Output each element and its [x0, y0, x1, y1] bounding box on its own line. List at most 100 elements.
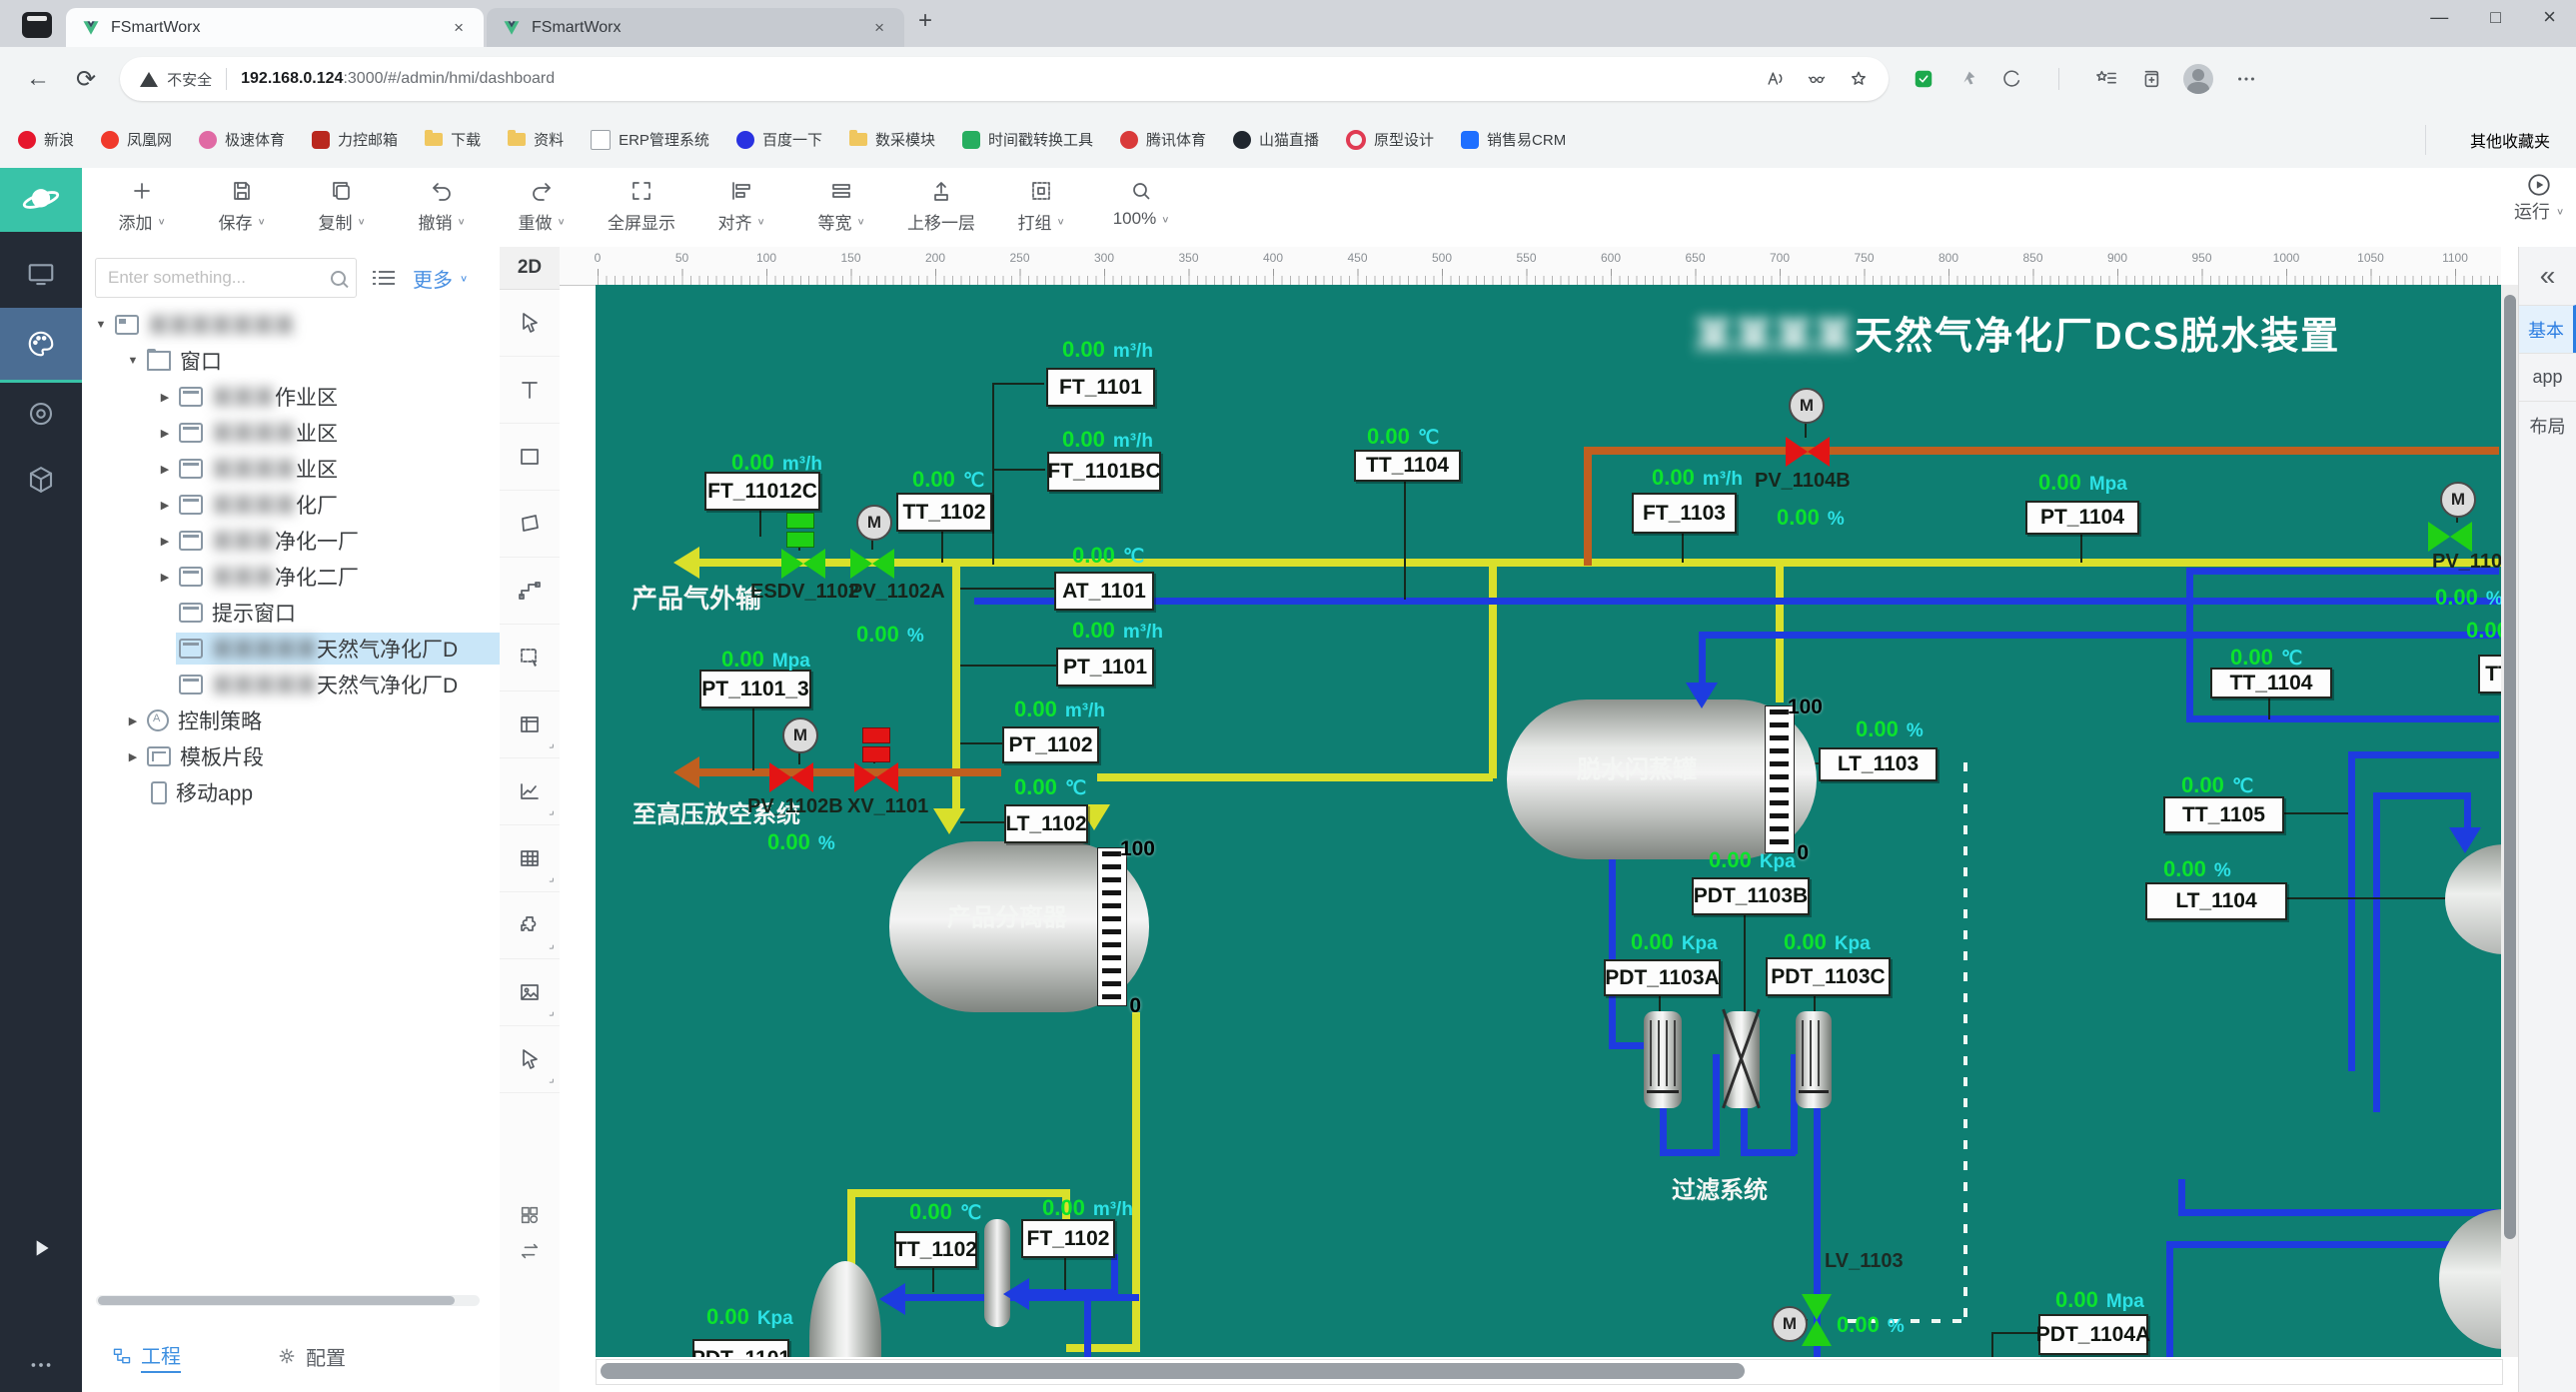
hmi-text-label[interactable]: PV_1104B [1755, 470, 1851, 493]
panel-tab-基本[interactable]: 基本 [2519, 305, 2576, 353]
palette-tool-components[interactable] [500, 1204, 560, 1226]
toolbar-button-group[interactable]: 打组∨ [991, 177, 1091, 234]
hmi-tag-FT_1102[interactable]: FT_1102 [1021, 1219, 1115, 1258]
pipe-segment-yellow[interactable] [952, 563, 960, 814]
bookmark-item[interactable]: 时间戳转换工具 [962, 129, 1093, 150]
canvas-horizontal-scrollbar[interactable] [596, 1359, 2503, 1385]
hmi-text-label[interactable]: PV_1102B [747, 795, 843, 818]
minimize-button[interactable]: — [2430, 7, 2448, 28]
tab-close-icon[interactable]: × [450, 16, 468, 40]
hmi-text-label[interactable]: ESDV_1102 [750, 581, 859, 604]
hmi-value[interactable]: 0.00Mpa [2038, 470, 2127, 496]
caret-closed-icon[interactable]: ▶ [154, 499, 176, 512]
tab-actions-icon[interactable] [22, 12, 52, 38]
pipe-segment-blue[interactable] [2186, 715, 2499, 722]
tree-item-作业区[interactable]: ▶某某某作业区 [82, 379, 500, 415]
hmi-vessel-column[interactable] [984, 1219, 1010, 1327]
hmi-tag-TT_1105[interactable]: TT_1105 [2163, 796, 2284, 833]
hmi-value[interactable]: 0.00% [1777, 505, 1845, 531]
bookmark-item[interactable]: 力控邮箱 [312, 129, 398, 150]
hmi-value[interactable]: 0.00m³/h [1652, 465, 1743, 491]
hmi-vessel-round[interactable] [2439, 1209, 2501, 1349]
bookmark-item[interactable]: 腾讯体育 [1120, 129, 1206, 150]
hmi-value[interactable]: 0.00m³/h [1042, 1195, 1133, 1221]
hmi-text-label[interactable]: PV_1102A [849, 581, 945, 604]
pipe-segment-blue[interactable] [1699, 632, 2499, 639]
caret-closed-icon[interactable]: ▶ [154, 463, 176, 476]
toolbar-button-copy[interactable]: 复制∨ [292, 177, 392, 234]
hmi-tag-AT_1101[interactable]: AT_1101 [1054, 572, 1154, 611]
shield-extension-icon[interactable] [1913, 68, 1934, 90]
pipe-segment-blue[interactable] [1699, 632, 1706, 687]
hmi-value[interactable]: 0.00Mpa [721, 647, 810, 673]
hmi-value[interactable]: 0.00℃ [909, 1199, 981, 1225]
hmi-value[interactable]: 0.00% [1837, 1312, 1905, 1338]
palette-tool-connector[interactable] [500, 558, 560, 625]
toolbar-button-align[interactable]: 对齐∨ [691, 177, 791, 234]
palette-tool-swap[interactable] [500, 1240, 560, 1262]
bookmark-item[interactable]: 山猫直播 [1233, 129, 1319, 150]
pipe-segment-yellow[interactable] [847, 1189, 1069, 1197]
hmi-value[interactable]: 0.00% [2163, 856, 2231, 882]
pipe-segment-orange[interactable] [1584, 447, 2499, 455]
hmi-tag-FT_1101[interactable]: FT_1101 [1046, 368, 1155, 407]
hmi-value[interactable]: 0.00℃ [1014, 774, 1086, 800]
hmi-tag-PDT_1101[interactable]: PDT_1101 [692, 1339, 789, 1357]
caret-closed-icon[interactable]: ▶ [122, 714, 144, 727]
search-input[interactable] [106, 267, 331, 289]
hmi-canvas[interactable]: 某某某某天然气净化厂DCS脱水装置 产品分离器1000脱水闪蒸罐1000MMMM… [596, 285, 2501, 1357]
settings-dots-icon[interactable] [2235, 68, 2257, 90]
hmi-tag-LT_1102[interactable]: LT_1102 [1004, 804, 1088, 843]
hmi-valve-ESDV_1102[interactable] [781, 549, 825, 579]
palette-tool-puzzle[interactable]: › [500, 892, 560, 959]
tree-item-窗口[interactable]: ▼窗口 [82, 343, 500, 379]
hmi-filter-vessel[interactable] [1644, 1011, 1682, 1108]
bookmark-item[interactable]: 数采模块 [849, 129, 935, 150]
tree-search-box[interactable] [95, 258, 357, 298]
hmi-tag-LT_1103[interactable]: LT_1103 [1819, 747, 1937, 781]
more-button[interactable]: 更多∨ [413, 264, 468, 293]
toolbar-button-save[interactable]: 保存∨ [192, 177, 292, 234]
favorites-bar-icon[interactable] [2095, 68, 2117, 90]
motor-indicator[interactable]: M [2440, 482, 2476, 518]
add-favorite-icon[interactable] [1849, 69, 1869, 89]
bookmark-item[interactable]: 凤凰网 [101, 129, 172, 150]
tree-item[interactable]: ▼某某某某某某某 [82, 307, 500, 343]
hmi-value[interactable]: 0.00Mpa [2055, 1287, 2144, 1313]
collections-icon[interactable] [2139, 68, 2161, 90]
hmi-value[interactable]: 0.00m³/h [731, 450, 822, 476]
tree-item-净化一厂[interactable]: ▶某某某净化一厂 [82, 523, 500, 559]
hmi-tag-PT_1104[interactable]: PT_1104 [2025, 501, 2139, 535]
left-nav-item-cube[interactable] [0, 450, 82, 510]
tree-horizontal-scrollbar[interactable] [96, 1295, 480, 1306]
pipe-segment-yellow[interactable] [699, 559, 2501, 567]
toolbar-button-redo[interactable]: 重做∨ [492, 177, 592, 234]
collapse-panel-button[interactable]: « [2519, 247, 2576, 305]
pipe-segment-blue[interactable] [1660, 1149, 1720, 1156]
pipe-segment-orange[interactable] [699, 768, 1001, 776]
refresh-button[interactable]: ⟳ [76, 65, 96, 94]
hmi-text-label[interactable]: 产品气外输 [632, 579, 761, 616]
hmi-tag-PDT_1104A[interactable]: PDT_1104A [2038, 1314, 2148, 1355]
hmi-tag-PT_1102[interactable]: PT_1102 [1002, 726, 1099, 763]
hmi-valve-PV_1102A[interactable] [850, 549, 894, 579]
hmi-value[interactable]: 0.00℃ [2230, 645, 2302, 671]
hmi-tag-TT_11[interactable]: TT_11 [2478, 655, 2501, 694]
caret-open-icon[interactable]: ▼ [122, 355, 144, 367]
hmi-value[interactable]: 0.00Kpa [1784, 929, 1871, 955]
hmi-value[interactable]: 0.00m³/h [1062, 337, 1153, 363]
palette-tool-polygon[interactable] [500, 491, 560, 558]
palette-tool-text[interactable] [500, 357, 560, 424]
panel-tab-布局[interactable]: 布局 [2519, 401, 2576, 449]
hmi-text-label[interactable]: LV_1103 [1825, 1250, 1904, 1273]
pipe-segment-orange[interactable] [1584, 451, 1592, 566]
hmi-valve-PV_1102B[interactable] [769, 762, 813, 792]
toolbar-button-zoom[interactable]: 100%∨ [1091, 177, 1191, 229]
hmi-value[interactable]: 0.00 [2466, 618, 2501, 644]
hmi-text-label[interactable]: XV_1101 [847, 795, 928, 818]
caret-closed-icon[interactable]: ▶ [154, 535, 176, 548]
hmi-value[interactable]: 0.00Kpa [706, 1304, 793, 1330]
browser-tab[interactable]: FSmartWorx× [66, 8, 484, 47]
bookmark-item[interactable]: 资料 [508, 129, 564, 150]
toolbar-button-equalw[interactable]: 等宽∨ [791, 177, 891, 234]
